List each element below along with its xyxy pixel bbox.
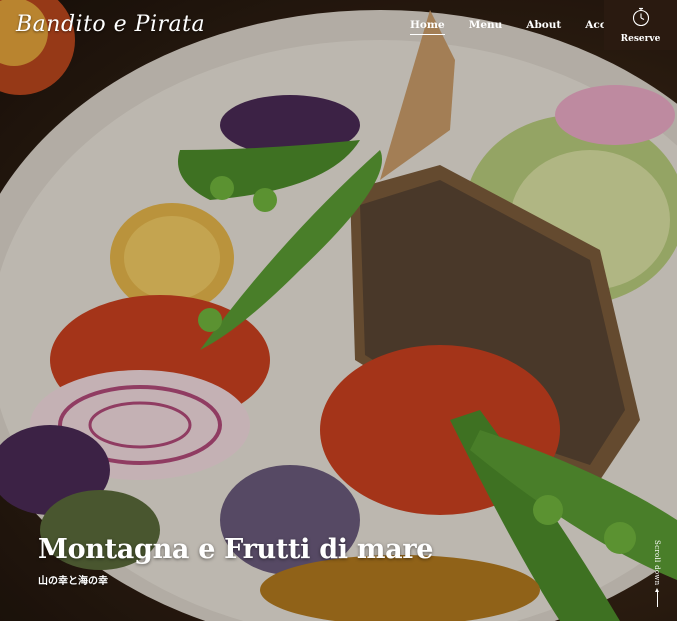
arrow-up-icon: [654, 588, 659, 608]
hero-title: Montagna e Frutti di mare: [38, 534, 434, 565]
reserve-label: Reserve: [620, 33, 661, 44]
hero-overlay: [0, 0, 677, 621]
scroll-down-label: Scroll down: [653, 540, 661, 586]
hero-subtitle: 山の幸と海の幸: [38, 576, 108, 587]
scroll-down-indicator[interactable]: Scroll down: [650, 540, 664, 610]
nav-item-home[interactable]: Home: [410, 19, 445, 35]
nav-item-menu[interactable]: Menu: [469, 19, 503, 35]
reserve-button[interactable]: Reserve: [604, 0, 677, 50]
clock-icon: [632, 7, 650, 31]
hero-image: [0, 0, 677, 621]
site-logo[interactable]: Bandito e Pirata: [16, 12, 205, 37]
nav-item-about[interactable]: About: [526, 19, 561, 35]
